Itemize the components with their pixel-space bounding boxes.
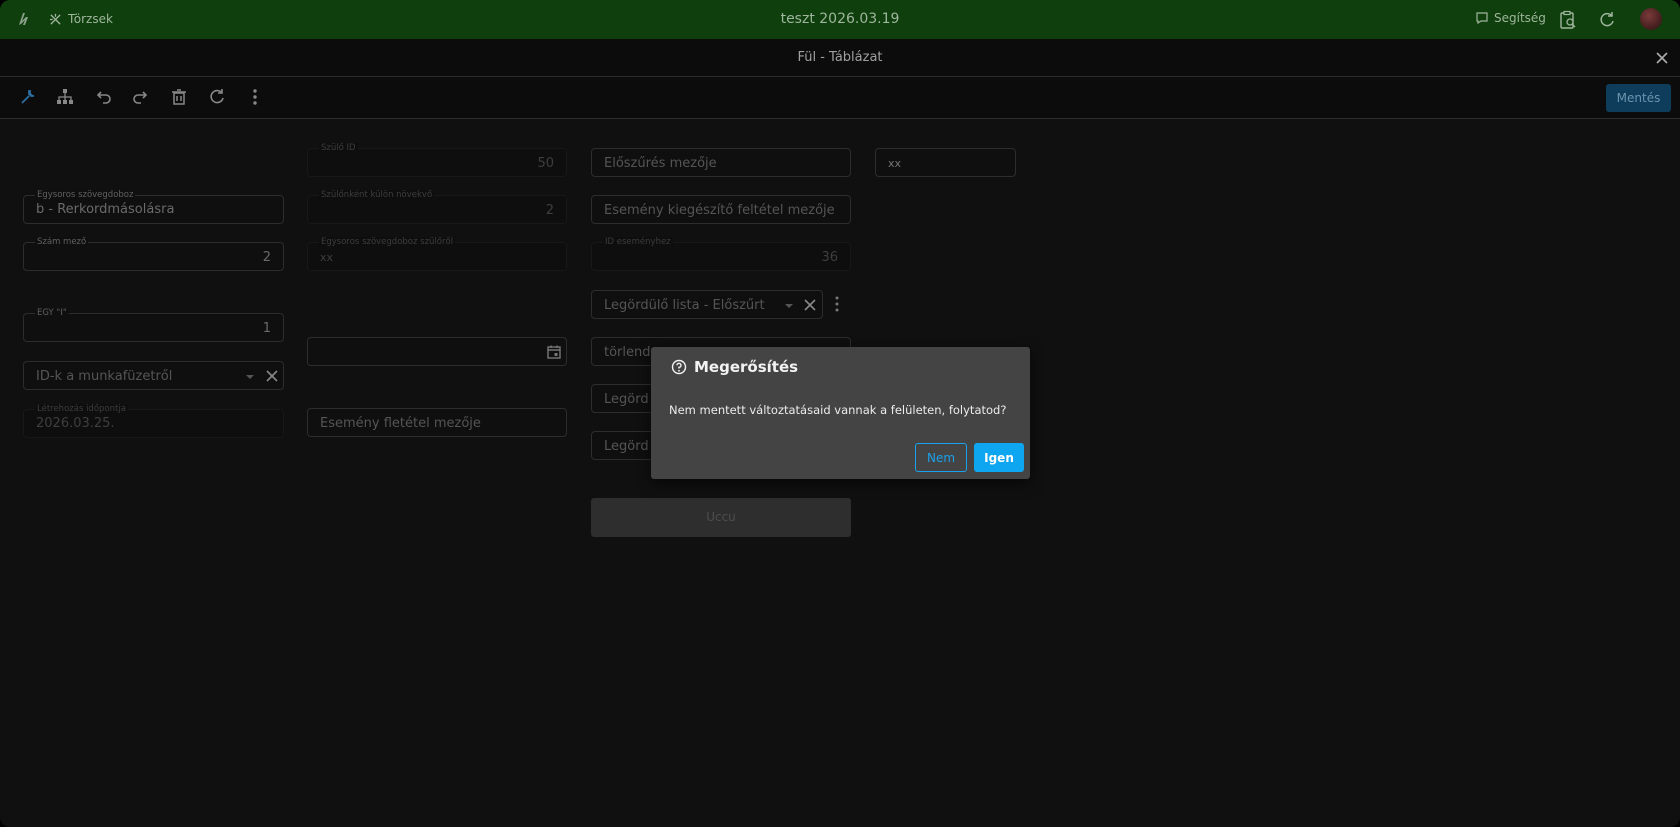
save-button[interactable]: Mentés [1606, 84, 1671, 112]
question-circle-icon [671, 359, 687, 375]
yes-button[interactable]: Igen [974, 443, 1024, 472]
redo-icon[interactable] [131, 87, 151, 107]
confirm-dialog: Megerősítés Nem mentett változtatásaid v… [651, 347, 1030, 479]
chat-help-icon [1476, 12, 1488, 25]
help-label: Segítség [1494, 11, 1546, 25]
help-link[interactable]: Segítség [1475, 11, 1546, 25]
event-id-label: ID eseményhez [603, 237, 673, 247]
chevron-down-icon[interactable] [785, 304, 793, 308]
calendar-icon[interactable] [546, 344, 562, 360]
legordulo-placeholder-2: Legörd [604, 439, 649, 454]
dialog-title: Fül - Táblázat [797, 50, 883, 65]
clear-icon[interactable] [802, 297, 818, 313]
app-title: teszt 2026.03.19 [780, 11, 900, 27]
created-at-field: Létrehozás időpontja 2026.03.25. [23, 404, 284, 438]
date-field[interactable] [307, 337, 567, 366]
more-vert-icon[interactable] [833, 295, 841, 313]
number-field-value: 2 [262, 250, 271, 265]
event-extra-condition-field[interactable]: Esemény kiegészítő feltétel mezője [591, 195, 851, 224]
per-parent-label: Szülőnként külön növekvő [319, 190, 435, 200]
legordulo-placeholder-1: Legörd [604, 392, 649, 407]
event-extra-placeholder: Esemény kiegészítő feltétel mezője [604, 203, 835, 218]
app-window: Törzsek teszt 2026.03.19 Segítség Fül - … [0, 0, 1680, 827]
wrench-icon[interactable] [18, 87, 38, 107]
close-icon[interactable] [1652, 48, 1672, 68]
event-condition-field[interactable]: Esemény fletétel mezője [307, 408, 567, 437]
text-from-parent-label: Egysoros szövegdoboz szülőről [319, 237, 456, 247]
text-field-value: b - Rerkordmásolásra [36, 202, 175, 217]
top-bar: Törzsek teszt 2026.03.19 Segítség [0, 0, 1680, 39]
text-from-parent-value: xx [320, 251, 334, 264]
dialog-header: Fül - Táblázat [0, 39, 1680, 77]
sitemap-icon[interactable] [55, 87, 75, 107]
number-field[interactable]: Szám mező 2 [23, 237, 284, 271]
egy-field[interactable]: EGY "I" 1 [23, 308, 284, 342]
logo-icon[interactable] [16, 10, 34, 28]
nav-torzsek[interactable]: Törzsek [49, 10, 113, 28]
text-field-label: Egysoros szövegdoboz [35, 190, 136, 200]
no-button[interactable]: Nem [915, 443, 967, 472]
egy-field-label: EGY "I" [35, 308, 69, 318]
prefiltered-dropdown[interactable]: Legördülő lista - Előszűrt [591, 290, 823, 319]
parent-id-value: 50 [537, 156, 554, 171]
event-condition-placeholder: Esemény fletétel mezője [320, 416, 481, 431]
id-dropdown[interactable]: ID-k a munkafüzetről [23, 361, 284, 390]
parent-id-field: Szülő ID 50 [307, 143, 567, 177]
tools-icon [49, 13, 61, 25]
avatar[interactable] [1640, 8, 1662, 30]
event-id-value: 36 [821, 250, 838, 265]
id-dropdown-placeholder: ID-k a munkafüzetről [36, 369, 173, 384]
clear-icon[interactable] [264, 368, 280, 384]
confirm-dialog-title-text: Megerősítés [694, 358, 799, 376]
undo-icon[interactable] [93, 87, 113, 107]
event-id-field: ID eseményhez 36 [591, 237, 851, 271]
torlendo-placeholder: törlend [604, 345, 651, 360]
text-field-single-line[interactable]: Egysoros szövegdoboz b - Rerkordmásolásr… [23, 190, 284, 224]
refresh-icon[interactable] [1597, 10, 1617, 30]
xx-field[interactable]: xx [875, 148, 1016, 177]
toolbar: Mentés [0, 77, 1680, 119]
per-parent-field: Szülőnként külön növekvő 2 [307, 190, 567, 224]
text-from-parent-field: Egysoros szövegdoboz szülőről xx [307, 237, 567, 271]
chevron-down-icon[interactable] [246, 375, 254, 379]
confirm-dialog-title: Megerősítés [671, 358, 798, 376]
more-vert-icon[interactable] [245, 87, 265, 107]
created-at-value: 2026.03.25. [36, 416, 115, 431]
per-parent-value: 2 [545, 203, 554, 218]
number-field-label: Szám mező [35, 237, 89, 247]
reload-icon[interactable] [207, 87, 227, 107]
prefiltered-dropdown-placeholder: Legördülő lista - Előszűrt [604, 298, 765, 313]
created-at-label: Létrehozás időpontja [35, 404, 128, 414]
uccu-button[interactable]: Uccu [591, 498, 851, 537]
nav-torzsek-label: Törzsek [68, 12, 113, 26]
clipboard-search-icon[interactable] [1558, 10, 1578, 30]
prefilter-placeholder: Előszűrés mezője [604, 156, 717, 171]
delete-icon[interactable] [169, 87, 189, 107]
xx-field-value: xx [888, 157, 902, 170]
parent-id-label: Szülő ID [319, 143, 358, 153]
confirm-dialog-message: Nem mentett változtatásaid vannak a felü… [669, 403, 1007, 417]
prefilter-field[interactable]: Előszűrés mezője [591, 148, 851, 177]
egy-field-value: 1 [262, 321, 271, 336]
